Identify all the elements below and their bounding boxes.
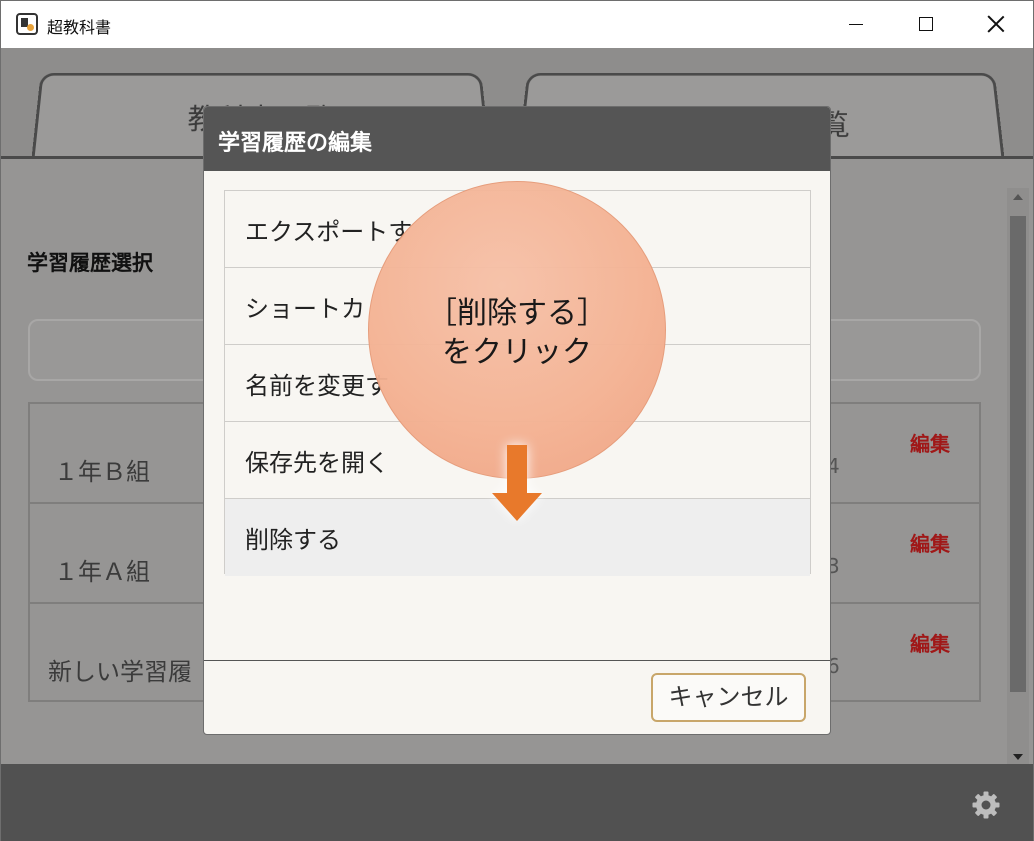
window-title: 超教科書 bbox=[47, 18, 112, 37]
maximize-button[interactable] bbox=[891, 1, 961, 47]
arrow-down-icon bbox=[492, 445, 542, 521]
menu-item-label: ショートカ bbox=[245, 295, 365, 323]
scroll-thumb[interactable] bbox=[1010, 216, 1026, 692]
scroll-up-icon[interactable] bbox=[1013, 194, 1023, 200]
list-item-name: １年Ｂ組 bbox=[54, 458, 150, 486]
minimize-icon bbox=[849, 23, 863, 25]
edit-link[interactable]: 編集 bbox=[910, 528, 950, 557]
cancel-button[interactable]: キャンセル bbox=[651, 673, 806, 722]
list-item-name: 新しい学習履 bbox=[48, 658, 192, 686]
menu-item-label: 保存先を開く bbox=[245, 449, 389, 477]
menu-item-label: 削除する bbox=[245, 526, 341, 554]
callout-text: ［削除する］ をクリック bbox=[369, 294, 665, 372]
edit-link[interactable]: 編集 bbox=[910, 428, 950, 457]
footer-bar bbox=[1, 764, 1033, 841]
list-item-name: １年Ａ組 bbox=[54, 558, 150, 586]
title-bar: 超教科書 bbox=[0, 0, 1034, 48]
callout-line-1: ［削除する］ bbox=[427, 296, 607, 331]
menu-item-label: 名前を変更す bbox=[245, 372, 389, 400]
close-button[interactable] bbox=[961, 1, 1031, 47]
dialog-divider bbox=[204, 660, 830, 661]
minimize-button[interactable] bbox=[821, 1, 891, 47]
instruction-callout: ［削除する］ をクリック bbox=[368, 181, 666, 479]
dialog-header: 学習履歴の編集 bbox=[204, 107, 830, 171]
close-icon bbox=[987, 15, 1005, 33]
menu-item-label: エクスポートす bbox=[245, 218, 413, 246]
vertical-scrollbar[interactable] bbox=[1007, 188, 1029, 766]
app-logo-icon bbox=[16, 13, 38, 35]
maximize-icon bbox=[919, 17, 933, 31]
scroll-down-icon[interactable] bbox=[1013, 754, 1023, 760]
callout-line-2: をクリック bbox=[442, 335, 592, 370]
edit-link[interactable]: 編集 bbox=[910, 628, 950, 657]
dialog-title: 学習履歴の編集 bbox=[218, 131, 373, 156]
section-title: 学習履歴選択 bbox=[27, 251, 153, 275]
gear-icon[interactable] bbox=[971, 790, 1001, 820]
